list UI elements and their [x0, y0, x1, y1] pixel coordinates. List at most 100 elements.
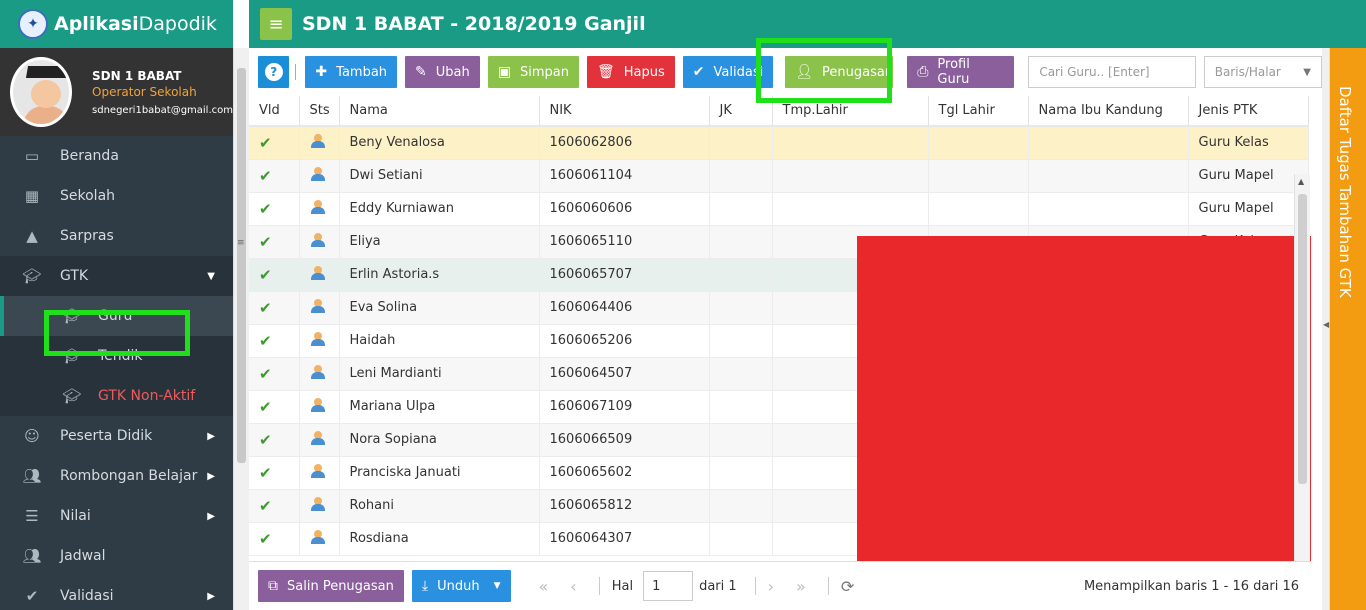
cell-nik: 1606065110	[539, 225, 710, 259]
sidebar-item-peserta-didik[interactable]: ☺ Peserta Didik ▶	[0, 416, 233, 456]
column-header[interactable]: Sts	[299, 96, 340, 127]
check-icon: ✔	[259, 463, 272, 482]
cell-icon: ✔	[249, 522, 300, 556]
sidebar-item-beranda[interactable]: ▭ Beranda	[0, 136, 233, 176]
table-row[interactable]: ✔ Eddy Kurniawan 1606060606 Guru Mapel	[249, 192, 1309, 226]
graduation-cap-icon: 🎓︎	[62, 347, 82, 365]
sidebar-item-guru[interactable]: 🎓︎ Guru	[0, 296, 233, 336]
ubah-label: Ubah	[435, 64, 470, 80]
column-header[interactable]: NIK	[539, 96, 710, 127]
sidebar-item-jadwal[interactable]: 👥︎ Jadwal	[0, 536, 233, 576]
column-header[interactable]: Jenis PTK	[1188, 96, 1309, 127]
tambah-button[interactable]: ✚ Tambah	[305, 56, 398, 88]
road-icon: ▲	[26, 227, 38, 245]
user-icon	[310, 331, 326, 346]
last-page-icon[interactable]: »	[796, 577, 806, 596]
cell-icon: ✔	[249, 258, 300, 292]
cell-icon	[299, 423, 340, 457]
check-icon: ✔	[259, 265, 272, 284]
unduh-label: Unduh	[437, 578, 480, 594]
table-vertical-scrollbar[interactable]: ▲ ▼	[1294, 174, 1310, 561]
guru-table: Vld Sts Nama NIK JK Tmp.Lahir Tgl Lahir …	[249, 96, 1311, 561]
check-icon: ✔	[692, 64, 705, 80]
pager-divider	[827, 577, 829, 595]
daftar-tugas-panel[interactable]: ◀ Daftar Tugas Tambahan GTK	[1322, 48, 1366, 610]
penugasan-button[interactable]: 👤︎ Penugasan	[785, 56, 894, 88]
rows-per-page-select[interactable]: Baris/Halar ▼	[1203, 56, 1322, 88]
row-count-info: Menampilkan baris 1 - 16 dari 16	[1083, 578, 1299, 594]
cell-nama: Eva Solina	[339, 291, 540, 325]
unduh-button[interactable]: ⤓ Unduh ▼	[411, 570, 511, 602]
sidebar-item-gtk-nonaktif[interactable]: 🎓︎ GTK Non-Aktif	[0, 376, 233, 416]
cell-nama: Dwi Setiani	[339, 159, 540, 193]
cell-icon: ✔	[249, 192, 300, 226]
page-number-input[interactable]: 1	[643, 571, 694, 601]
pagination: « ‹ Hal 1 dari 1 › » ⟳	[539, 571, 854, 601]
cell-icon	[299, 390, 340, 424]
prev-page-icon[interactable]: ‹	[570, 577, 576, 596]
table-row[interactable]: ✔ Dwi Setiani 1606061104 Guru Mapel	[249, 159, 1309, 193]
sidebar-item-gtk[interactable]: 🎓︎ GTK ▼	[0, 256, 233, 296]
table-vscroll-thumb[interactable]	[1298, 194, 1307, 484]
salin-penugasan-button[interactable]: ⧉ Salin Penugasan	[258, 570, 404, 602]
column-header[interactable]: Tmp.Lahir	[772, 96, 929, 127]
panel-collapse-handle[interactable]: ◀	[1322, 48, 1330, 610]
user-icon	[310, 430, 326, 445]
column-header[interactable]: Tgl Lahir	[928, 96, 1029, 127]
brand[interactable]: ✦ Aplikasi Dapodik	[0, 0, 233, 48]
copy-icon: ⧉	[268, 578, 278, 594]
sidebar-item-sekolah[interactable]: ▦ Sekolah	[0, 176, 233, 216]
hapus-button[interactable]: 🗑︎ Hapus	[587, 56, 675, 88]
graduation-cap-icon: 🎓︎	[62, 387, 82, 405]
cell-icon: ✔	[249, 291, 300, 325]
user-profile: SDN 1 BABAT Operator Sekolah sdnegeri1ba…	[0, 48, 233, 136]
help-button[interactable]: ?	[258, 56, 290, 88]
simpan-button[interactable]: ▣ Simpan	[487, 56, 579, 88]
scroll-up-icon[interactable]: ▲	[1298, 177, 1304, 186]
column-header[interactable]: JK	[709, 96, 773, 127]
sidebar-item-label: Sarpras	[60, 228, 114, 244]
search-input[interactable]: Cari Guru.. [Enter]	[1028, 56, 1196, 88]
user-icon: 👤︎	[795, 64, 813, 80]
column-header[interactable]: Nama	[339, 96, 540, 127]
building-icon: ▦	[24, 187, 40, 205]
sidebar-item-nilai[interactable]: ☰ Nilai ▶	[0, 496, 233, 536]
sidebar-item-label: GTK Non-Aktif	[98, 388, 196, 404]
chevron-left-icon: ◀	[1323, 320, 1330, 329]
refresh-icon[interactable]: ⟳	[841, 577, 854, 596]
sidebar-item-validasi[interactable]: ✔ Validasi ▶	[0, 576, 233, 610]
ubah-button[interactable]: ✎ Ubah	[405, 56, 480, 88]
check-icon: ✔	[259, 199, 272, 218]
validasi-button[interactable]: ✔ Validasi	[682, 56, 774, 88]
cell-nama: Mariana Ulpa	[339, 390, 540, 424]
first-page-icon[interactable]: «	[539, 577, 549, 596]
graduation-cap-icon: 🎓︎	[22, 267, 42, 285]
cell-nik: 1606065812	[539, 489, 710, 523]
cell-nik: 1606064307	[539, 522, 710, 556]
sidebar-item-label: Peserta Didik	[60, 428, 153, 444]
check-icon: ✔	[259, 529, 272, 548]
cell-jk	[709, 225, 773, 259]
cell-nik: 1606065707	[539, 258, 710, 292]
top-header: ≡ SDN 1 BABAT - 2018/2019 Ganjil	[249, 0, 1366, 48]
cell-nik: 1606061104	[539, 159, 710, 193]
sidebar-item-sarpras[interactable]: ▲ Sarpras	[0, 216, 233, 256]
redaction-block	[857, 236, 1311, 561]
sidebar-item-tendik[interactable]: 🎓︎ Tendik	[0, 336, 233, 376]
cell-jenis-ptk: Guru Kelas	[1188, 126, 1309, 160]
column-header[interactable]: Vld	[249, 96, 300, 127]
profil-guru-button[interactable]: ⎙ Profil Guru	[907, 56, 1015, 88]
sidebar-scrollbar[interactable]: ≡	[233, 48, 249, 610]
column-header[interactable]: Nama Ibu Kandung	[1028, 96, 1189, 127]
sidebar-scroll-thumb[interactable]	[237, 68, 246, 463]
next-page-icon[interactable]: ›	[768, 577, 774, 596]
cell-nama-ibu	[1028, 192, 1189, 226]
table-row[interactable]: ✔ Beny Venalosa 1606062806 Guru Kelas	[249, 126, 1309, 160]
cell-nama-ibu	[1028, 159, 1189, 193]
user-icon	[310, 364, 326, 379]
caret-down-icon: ▼	[207, 270, 215, 282]
hamburger-menu-icon[interactable]: ≡	[260, 8, 292, 40]
sidebar-item-label: Beranda	[60, 148, 119, 164]
cell-nik: 1606064406	[539, 291, 710, 325]
sidebar-item-rombongan-belajar[interactable]: 👥︎ Rombongan Belajar ▶	[0, 456, 233, 496]
